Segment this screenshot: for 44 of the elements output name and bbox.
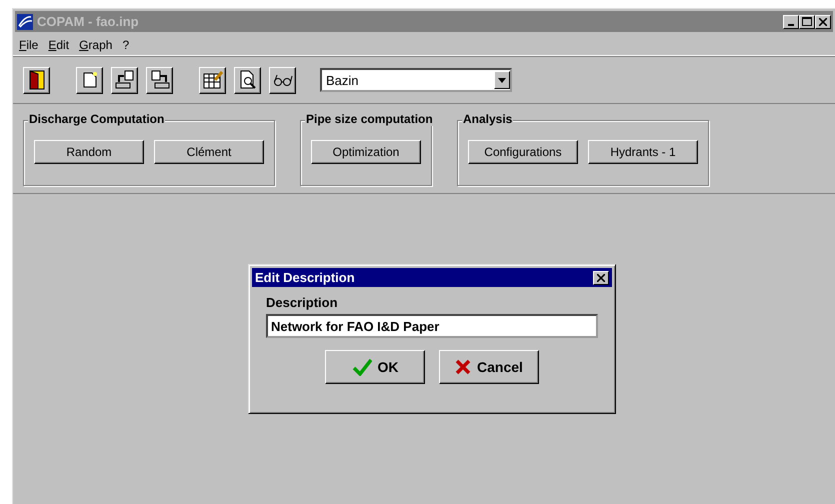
cancel-button[interactable]: Cancel [439, 350, 539, 384]
check-icon [352, 358, 372, 376]
minimize-button[interactable] [783, 14, 799, 28]
glasses-icon [272, 73, 292, 87]
table-edit-icon [202, 70, 222, 90]
toolbar-button[interactable] [76, 66, 103, 94]
toolbar-button[interactable] [269, 66, 296, 94]
menu-item[interactable]: Graph [79, 38, 112, 51]
close-button[interactable] [593, 270, 609, 284]
close-button[interactable] [815, 14, 831, 28]
action-button[interactable]: Clément [154, 140, 264, 164]
menu-item[interactable]: ? [122, 38, 130, 51]
maximize-button[interactable] [799, 14, 815, 28]
field-label: Description [266, 295, 339, 310]
action-button[interactable]: Configurations [468, 140, 578, 164]
toolbar-button[interactable] [111, 66, 138, 94]
group-title: Discharge Computation [28, 112, 166, 126]
preview-icon [238, 70, 256, 90]
maximize-icon [802, 17, 812, 26]
toolbar-button[interactable] [234, 66, 261, 94]
action-button[interactable]: Hydrants - 1 [588, 140, 698, 164]
ok-button[interactable]: OK [325, 350, 425, 384]
export-document-icon [150, 70, 170, 90]
description-field[interactable]: Network for FAO I&D Paper [266, 314, 598, 338]
new-document-icon [82, 71, 98, 89]
menu-item[interactable]: File [19, 38, 38, 51]
group-title: Pipe size computation [305, 112, 434, 126]
close-icon [819, 18, 827, 26]
formula-dropdown[interactable]: Bazin [320, 68, 512, 92]
action-button[interactable]: Random [34, 140, 144, 164]
window-title: COPAM - fao.inp [37, 14, 140, 29]
toolbar-button[interactable] [199, 66, 226, 94]
dialog-title: Edit Description [255, 270, 356, 285]
toolbar-button[interactable] [23, 66, 50, 94]
app-icon [17, 14, 33, 30]
cross-icon [455, 359, 472, 375]
group-title: Analysis [462, 112, 514, 126]
close-icon [597, 274, 605, 282]
minimize-icon [788, 24, 794, 26]
toolbar-button[interactable] [146, 66, 173, 94]
door-icon [28, 70, 44, 90]
import-document-icon [114, 70, 134, 90]
menu-item[interactable]: Edit [48, 38, 70, 51]
action-button[interactable]: Optimization [311, 140, 421, 164]
